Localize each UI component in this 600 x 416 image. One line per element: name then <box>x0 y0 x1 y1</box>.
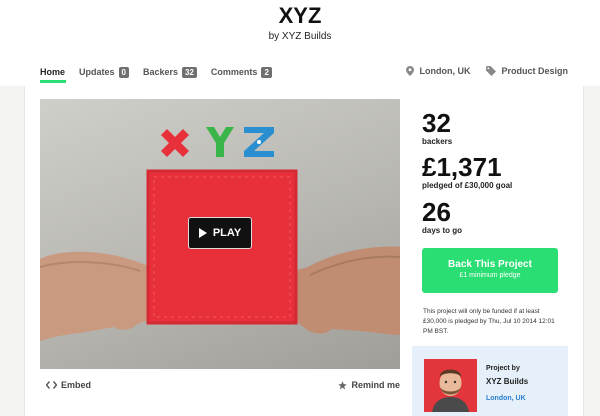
project-meta: London, UK Product Design <box>406 66 568 76</box>
play-icon <box>198 228 207 238</box>
backers-label: backers <box>422 137 453 146</box>
tab-backers[interactable]: Backers 32 <box>143 66 197 78</box>
tab-updates-label: Updates <box>79 67 115 77</box>
creator-location-link[interactable]: London, UK <box>486 395 526 402</box>
play-label: PLAY <box>212 227 242 239</box>
embed-link[interactable]: Embed <box>46 380 91 390</box>
minimum-pledge-label: £1 minimum pledge <box>459 272 521 279</box>
code-embed-icon <box>46 381 57 389</box>
creator-portrait <box>424 359 477 412</box>
project-byline: by XYZ Builds <box>268 31 332 42</box>
embed-label: Embed <box>61 380 92 390</box>
remind-me-link[interactable]: Remind me <box>338 380 400 390</box>
back-project-label: Back This Project <box>448 259 532 270</box>
updates-count-badge: 0 <box>118 66 129 78</box>
project-header: XYZ by XYZ Builds Home Updates 0 Backers… <box>0 0 600 86</box>
play-button[interactable]: PLAY <box>188 217 252 249</box>
tab-backers-label: Backers <box>142 67 179 77</box>
project-title: XYZ <box>278 3 322 28</box>
tab-home[interactable]: Home <box>40 66 65 78</box>
creator-avatar[interactable] <box>424 359 477 412</box>
tag-icon <box>486 66 497 76</box>
backers-count-badge: 32 <box>182 66 197 78</box>
pledged-amount: £1,371 <box>422 152 502 182</box>
remind-me-label: Remind me <box>351 380 400 390</box>
creator-card: Project by XYZ Builds London, UK <box>412 346 568 416</box>
tab-updates[interactable]: Updates 0 <box>79 66 129 78</box>
tab-comments-label: Comments <box>210 67 258 77</box>
backers-count: 32 <box>422 108 451 138</box>
category-link[interactable]: Product Design <box>486 66 568 76</box>
active-tab-indicator <box>40 80 66 83</box>
location-label: London, UK <box>419 66 471 76</box>
days-remaining: 26 <box>422 197 451 227</box>
star-icon <box>338 380 348 389</box>
pledged-goal-label: pledged of £30,000 goal <box>422 181 513 190</box>
location-pin-icon <box>406 66 415 76</box>
back-project-button[interactable]: Back This Project £1 minimum pledge <box>422 248 558 293</box>
project-tabs: Home Updates 0 Backers 32 Comments 2 <box>40 66 272 78</box>
creator-name[interactable]: XYZ Builds <box>486 377 528 386</box>
project-by-label: Project by <box>486 365 520 372</box>
comments-count-badge: 2 <box>261 66 272 78</box>
funding-stats: 32 backers £1,371 pledged of £30,000 goa… <box>422 110 572 235</box>
funding-deadline-note: This project will only be funded if at l… <box>423 308 555 335</box>
tab-home-label: Home <box>40 67 66 77</box>
location-link[interactable]: London, UK <box>406 66 470 76</box>
project-video[interactable]: PLAY <box>40 99 400 369</box>
days-to-go-label: days to go <box>422 226 463 235</box>
xyz-logo <box>161 127 274 157</box>
tab-comments[interactable]: Comments 2 <box>211 66 272 78</box>
category-label: Product Design <box>501 66 568 76</box>
